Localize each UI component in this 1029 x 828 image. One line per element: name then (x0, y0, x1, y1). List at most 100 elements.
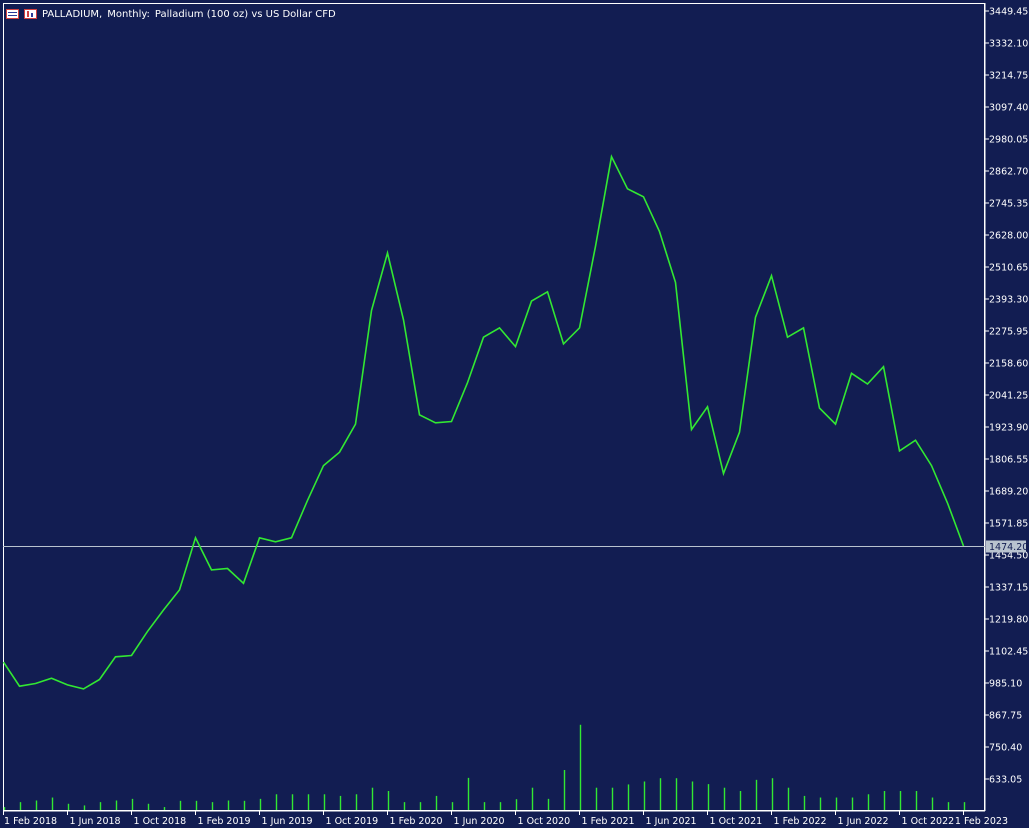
price-point (99, 679, 101, 681)
x-tick-label: 1 Feb 2019 (198, 816, 251, 827)
price-point (83, 688, 85, 690)
chart-canvas[interactable]: 3449.45 3332.10 3214.75 3097.40 2980.05 2862.… (0, 0, 1029, 828)
price-point (755, 316, 757, 318)
price-series-line (2, 154, 965, 690)
price-point (611, 156, 613, 158)
price-point (387, 252, 389, 254)
price-point (131, 655, 133, 657)
price-point (291, 537, 293, 539)
x-tick-label: 1 Jun 2019 (262, 816, 313, 827)
y-tick-label: 2745.35 (989, 199, 1028, 210)
price-points (3, 156, 965, 690)
x-tick-label: 1 Jun 2018 (70, 816, 121, 827)
x-tick-label: 1 Feb 2023 (955, 816, 1008, 827)
price-point (3, 661, 5, 663)
price-point (67, 684, 69, 686)
price-point (35, 683, 37, 685)
y-tick-label: 3214.75 (989, 71, 1028, 82)
price-point (435, 422, 437, 424)
price-point (339, 451, 341, 453)
price-point (51, 677, 53, 679)
price-point (275, 541, 277, 543)
current-price-label: 1474.20 (989, 542, 1028, 553)
y-tick-label: 867.75 (989, 711, 1022, 722)
price-point (707, 406, 709, 408)
x-tick-label: 1 Oct 2020 (518, 816, 571, 827)
current-price-badge: 1474.20 (986, 540, 1028, 553)
price-point (547, 291, 549, 293)
price-point (211, 569, 213, 571)
price-point (771, 275, 773, 277)
price-point (963, 545, 965, 547)
price-point (915, 439, 917, 441)
price-point (851, 372, 853, 374)
price-point (803, 327, 805, 329)
price-point (659, 231, 661, 233)
price-point (243, 582, 245, 584)
x-tick-label: 1 Feb 2018 (4, 816, 57, 827)
y-tick-label: 633.05 (989, 775, 1022, 786)
x-tick-label: 1 Oct 2018 (134, 816, 187, 827)
price-point (403, 319, 405, 321)
time-axis: 1 Feb 2018 1 Jun 2018 1 Oct 2018 1 Feb 2019… (3, 811, 1008, 827)
price-point (163, 609, 165, 611)
price-point (579, 327, 581, 329)
price-point (179, 589, 181, 591)
price-point (787, 336, 789, 338)
chart-symbol: PALLADIUM, (42, 8, 103, 20)
price-point (819, 407, 821, 409)
y-tick-label: 2980.05 (989, 135, 1028, 146)
y-tick-label: 1689.20 (989, 487, 1028, 498)
price-axis: 3449.45 3332.10 3214.75 3097.40 2980.05 2862.… (985, 7, 1028, 786)
y-tick-label: 2510.65 (989, 263, 1028, 274)
price-point (675, 281, 677, 283)
price-point (371, 310, 373, 312)
price-point (147, 630, 149, 632)
price-point (195, 537, 197, 539)
x-tick-label: 1 Feb 2020 (390, 816, 443, 827)
y-tick-label: 3449.45 (989, 7, 1028, 18)
x-tick-label: 1 Feb 2022 (774, 816, 827, 827)
price-point (259, 537, 261, 539)
y-tick-label: 1806.55 (989, 455, 1028, 466)
chart-period: Monthly: (107, 8, 150, 20)
price-point (947, 502, 949, 504)
plot-frame (3, 3, 985, 811)
price-point (883, 366, 885, 368)
price-point (835, 423, 837, 425)
price-point (595, 245, 597, 247)
list-icon[interactable] (6, 9, 19, 19)
price-point (19, 685, 21, 687)
price-point (419, 414, 421, 416)
price-point (323, 465, 325, 467)
price-point (867, 383, 869, 385)
price-point (467, 382, 469, 384)
y-tick-label: 2041.25 (989, 391, 1028, 402)
price-point (355, 423, 357, 425)
y-tick-label: 750.40 (989, 743, 1022, 754)
price-point (899, 450, 901, 452)
x-tick-label: 1 Oct 2019 (326, 816, 379, 827)
chart-window: 3449.45 3332.10 3214.75 3097.40 2980.05 2862.… (0, 0, 1029, 828)
price-point (483, 336, 485, 338)
x-tick-label: 1 Jun 2020 (454, 816, 505, 827)
y-tick-label: 2628.00 (989, 231, 1028, 242)
y-tick-label: 2158.60 (989, 359, 1028, 370)
price-point (531, 300, 533, 302)
y-tick-label: 2393.30 (989, 295, 1028, 306)
price-point (627, 188, 629, 190)
x-tick-label: 1 Jun 2021 (646, 816, 697, 827)
y-tick-label: 985.10 (989, 679, 1022, 690)
y-tick-label: 3332.10 (989, 39, 1028, 50)
price-point (227, 568, 229, 570)
chart-description: Palladium (100 oz) vs US Dollar CFD (154, 8, 336, 20)
price-point (723, 473, 725, 475)
y-tick-label: 1923.90 (989, 423, 1028, 434)
price-point (499, 327, 501, 329)
y-tick-label: 1102.45 (989, 647, 1028, 658)
price-point (643, 196, 645, 198)
price-point (739, 431, 741, 433)
bar-chart-icon[interactable] (24, 9, 37, 19)
x-tick-label: 1 Feb 2021 (582, 816, 635, 827)
chart-title-bar: PALLADIUM, Monthly: Palladium (100 oz) v… (6, 7, 336, 21)
